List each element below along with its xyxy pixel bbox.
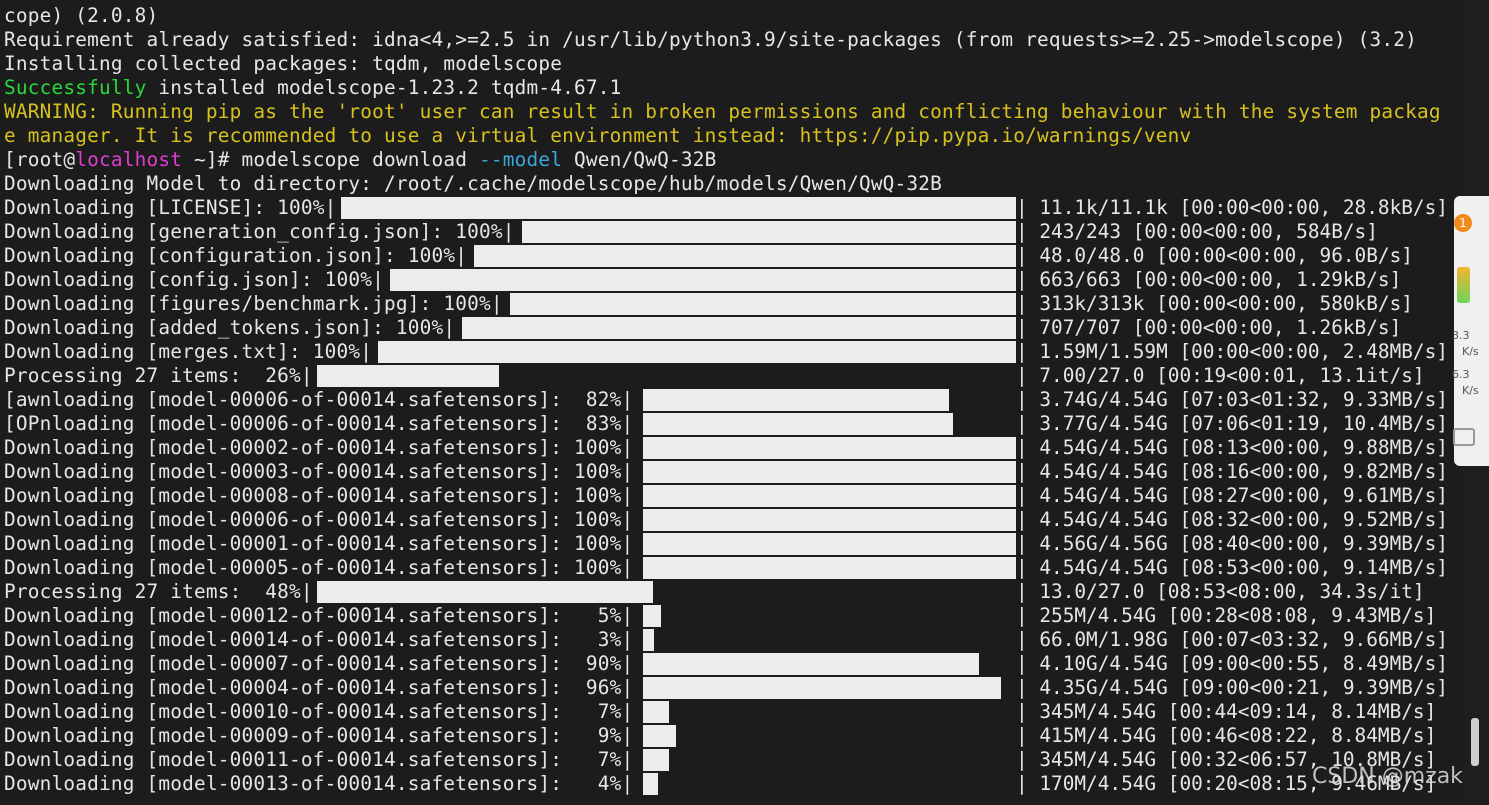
progress-stats: | 4.54G/4.54G [08:27<00:00, 9.61MB/s]	[1016, 484, 1448, 507]
upload-speed: 3.3	[1452, 329, 1470, 342]
progress-bar-fill	[317, 365, 499, 387]
progress-bar-fill	[317, 581, 653, 603]
battery-icon	[1457, 267, 1470, 303]
command-arg: Qwen/QwQ-32B	[562, 148, 717, 171]
warning-line: WARNING: Running pip as the 'root' user …	[4, 100, 1441, 123]
progress-stats: | 3.74G/4.54G [07:03<01:32, 9.33MB/s]	[1016, 388, 1448, 411]
progress-stats: | 48.0/48.0 [00:00<00:00, 96.0B/s]	[1016, 244, 1413, 267]
progress-stats: | 663/663 [00:00<00:00, 1.29kB/s]	[1016, 268, 1402, 291]
progress-stats: | 415M/4.54G [00:46<08:22, 8.84MB/s]	[1016, 724, 1437, 747]
progress-label: Downloading [model-00008-of-00014.safete…	[4, 484, 634, 507]
progress-stats: | 4.54G/4.54G [08:16<00:00, 9.82MB/s]	[1016, 460, 1448, 483]
progress-stats: | 4.35G/4.54G [09:00<00:21, 9.39MB/s]	[1016, 676, 1448, 699]
terminal-window[interactable]: cope) (2.0.8) Requirement already satisf…	[0, 0, 1462, 805]
progress-label: [awnloading [model-00006-of-00014.safete…	[4, 388, 634, 411]
progress-bar-fill	[642, 605, 662, 627]
prompt-close: ~]#	[182, 148, 242, 171]
success-word: Successfully	[4, 76, 147, 99]
progress-bar-fill	[510, 293, 1016, 315]
progress-stats: | 4.54G/4.54G [08:32<00:00, 9.52MB/s]	[1016, 508, 1448, 531]
progress-stats: | 11.1k/11.1k [00:00<00:00, 28.8kB/s]	[1016, 196, 1448, 219]
progress-stats: | 4.10G/4.54G [09:00<00:55, 8.49MB/s]	[1016, 652, 1448, 675]
prompt-open: [root@	[4, 148, 76, 171]
progress-stats: | 4.54G/4.54G [08:13<00:00, 9.88MB/s]	[1016, 436, 1448, 459]
progress-label: Downloading [configuration.json]: 100%|	[4, 244, 468, 267]
download-dir-line: Downloading Model to directory: /root/.c…	[4, 172, 943, 195]
progress-label: Downloading [model-00013-of-00014.safete…	[4, 772, 634, 795]
progress-label: Processing 27 items: 48%|	[4, 580, 313, 603]
success-line: Successfully installed modelscope-1.23.2…	[4, 76, 621, 100]
progress-label: Processing 27 items: 26%|	[4, 364, 313, 387]
progress-label: Downloading [LICENSE]: 100%|	[4, 196, 337, 219]
command-text: modelscope download	[241, 148, 479, 171]
progress-bar-fill	[461, 317, 1016, 339]
progress-bar-fill	[642, 437, 1016, 459]
progress-label: Downloading [model-00004-of-00014.safete…	[4, 676, 634, 699]
prompt-host: localhost	[75, 148, 183, 171]
progress-stats: | 345M/4.54G [00:44<09:14, 8.14MB/s]	[1016, 700, 1437, 723]
progress-label: Downloading [model-00009-of-00014.safete…	[4, 724, 634, 747]
progress-label: Downloading [model-00011-of-00014.safete…	[4, 748, 634, 771]
progress-stats: | 255M/4.54G [00:28<08:08, 9.43MB/s]	[1016, 604, 1437, 627]
progress-bar-fill	[642, 389, 949, 411]
output-line: Requirement already satisfied: idna<4,>=…	[4, 28, 1418, 51]
camera-icon[interactable]	[1453, 428, 1475, 446]
progress-stats: | 1.59M/1.59M [00:00<00:00, 2.48MB/s]	[1016, 340, 1448, 363]
scrollbar-thumb[interactable]	[1471, 718, 1479, 766]
progress-label: Downloading [model-00010-of-00014.safete…	[4, 700, 634, 723]
progress-stats: | 7.00/27.0 [00:19<00:01, 13.1it/s]	[1016, 364, 1425, 387]
progress-bar-fill	[642, 413, 953, 435]
progress-label: Downloading [model-00007-of-00014.safete…	[4, 652, 634, 675]
progress-label: Downloading [model-00006-of-00014.safete…	[4, 508, 634, 531]
warning-line: e manager. It is recommended to use a vi…	[4, 124, 1192, 147]
progress-label: Downloading [model-00002-of-00014.safete…	[4, 436, 634, 459]
upload-unit: K/s	[1462, 345, 1479, 358]
progress-label: Downloading [merges.txt]: 100%|	[4, 340, 373, 363]
progress-label: Downloading [model-00003-of-00014.safete…	[4, 460, 634, 483]
progress-bar-fill	[389, 269, 1016, 291]
progress-bar-fill	[642, 653, 979, 675]
progress-label: Downloading [config.json]: 100%|	[4, 268, 384, 291]
download-speed: 6.3	[1452, 368, 1470, 381]
progress-bar-fill	[642, 725, 677, 747]
download-unit: K/s	[1462, 384, 1479, 397]
command-flag: --model	[478, 148, 563, 171]
progress-label: Downloading [generation_config.json]: 10…	[4, 220, 515, 243]
progress-bar-fill	[642, 677, 1002, 699]
progress-stats: | 313k/313k [00:00<00:00, 580kB/s]	[1016, 292, 1413, 315]
progress-stats: | 3.77G/4.54G [07:06<01:19, 10.4MB/s]	[1016, 412, 1448, 435]
progress-stats: | 243/243 [00:00<00:00, 584B/s]	[1016, 220, 1378, 243]
progress-bar-fill	[473, 245, 1016, 267]
progress-bar-fill	[341, 197, 1016, 219]
progress-bar-fill	[642, 533, 1016, 555]
progress-stats: | 4.54G/4.54G [08:53<00:00, 9.14MB/s]	[1016, 556, 1448, 579]
progress-bar-fill	[642, 701, 669, 723]
progress-stats: | 66.0M/1.98G [00:07<03:32, 9.66MB/s]	[1016, 628, 1448, 651]
progress-label: Downloading [model-00012-of-00014.safete…	[4, 604, 634, 627]
progress-label: Downloading [model-00014-of-00014.safete…	[4, 628, 634, 651]
success-text: installed modelscope-1.23.2 tqdm-4.67.1	[146, 76, 622, 99]
progress-label: Downloading [model-00005-of-00014.safete…	[4, 556, 634, 579]
progress-stats: | 13.0/27.0 [08:53<08:00, 34.3s/it]	[1016, 580, 1425, 603]
progress-label: [OPnloading [model-00006-of-00014.safete…	[4, 412, 634, 435]
output-line: cope) (2.0.8)	[4, 4, 159, 27]
progress-stats: | 4.56G/4.56G [08:40<00:00, 9.39MB/s]	[1016, 532, 1448, 555]
progress-label: Downloading [figures/benchmark.jpg]: 100…	[4, 292, 503, 315]
progress-bar-fill	[522, 221, 1016, 243]
progress-bar-fill	[642, 629, 654, 651]
progress-stats: | 707/707 [00:00<00:00, 1.26kB/s]	[1016, 316, 1402, 339]
progress-bar-fill	[642, 557, 1016, 579]
progress-bar-fill	[642, 509, 1016, 531]
command-line: [root@localhost ~]# modelscope download …	[4, 148, 716, 172]
progress-bar-fill	[642, 773, 658, 795]
progress-bar-fill	[642, 485, 1016, 507]
progress-bar-fill	[377, 341, 1016, 363]
output-line: Installing collected packages: tqdm, mod…	[4, 52, 563, 75]
progress-bar-fill	[642, 461, 1016, 483]
watermark: CSDN @mzak	[1312, 764, 1463, 789]
progress-label: Downloading [model-00001-of-00014.safete…	[4, 532, 634, 555]
shield-icon[interactable]: 1	[1454, 214, 1472, 232]
progress-label: Downloading [added_tokens.json]: 100%|	[4, 316, 456, 339]
progress-bar-fill	[642, 749, 669, 771]
